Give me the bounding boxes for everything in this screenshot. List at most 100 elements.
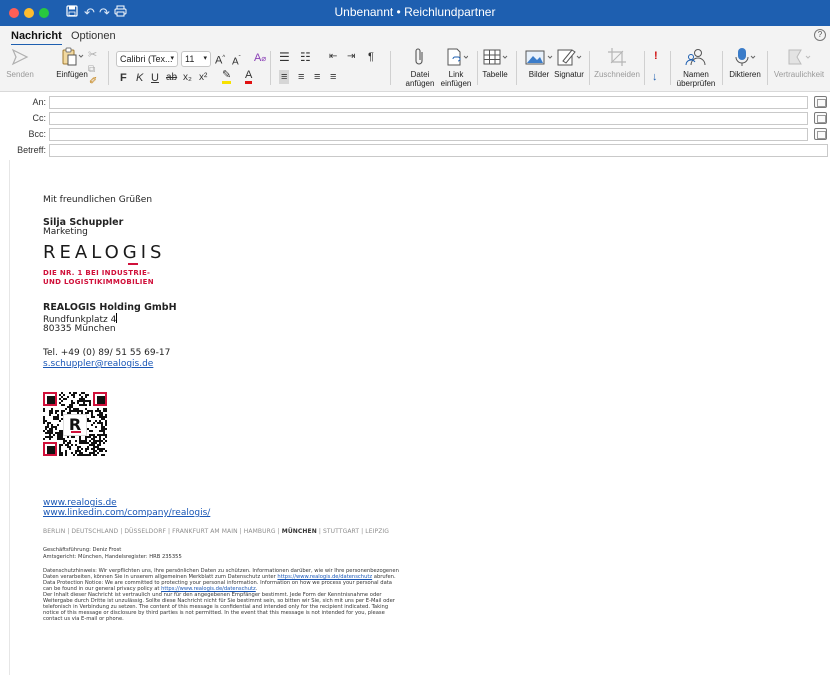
tab-nachricht[interactable]: Nachricht: [11, 30, 62, 46]
strikethrough-button[interactable]: ab: [166, 71, 177, 85]
to-row: An:: [0, 95, 830, 110]
window-titlebar: ↶ ↷ Unbenannt • Reichlundpartner: [0, 0, 830, 26]
sensitivity-button[interactable]: Vertraulichkeit: [771, 47, 827, 79]
pictures-label: Bilder: [528, 70, 550, 79]
signature-label: Signatur: [554, 70, 584, 79]
linkedin-link[interactable]: www.linkedin.com/company/realogis/: [43, 508, 210, 518]
check-names-button[interactable]: Namen überprüfen: [674, 47, 718, 88]
chevron-down-icon: ▾: [203, 55, 207, 62]
phone: Tel. +49 (0) 89/ 51 55 69-17: [43, 348, 171, 358]
qr-code[interactable]: R: [43, 392, 107, 456]
message-body[interactable]: Mit freundlichen Grüßen Silja Schuppler …: [9, 160, 830, 675]
divider: [767, 51, 768, 85]
microphone-icon: [735, 48, 756, 66]
attach-file-button[interactable]: Datei anfügen: [402, 47, 438, 88]
justify-icon[interactable]: ≡: [330, 70, 336, 84]
management: Geschäftsführung: Deniz Frost: [43, 547, 122, 553]
divider: [670, 51, 671, 85]
highlight-icon[interactable]: ✎: [222, 70, 232, 84]
font-name-select[interactable]: Calibri (Tex... ▾: [116, 51, 178, 67]
ribbon-tabs: Nachricht Optionen ?: [0, 26, 830, 46]
paste-button[interactable]: Einfügen: [52, 47, 92, 79]
clear-format-icon[interactable]: A⌀: [254, 51, 266, 66]
high-importance-icon[interactable]: !: [654, 49, 658, 63]
realogis-logo: REALOGIS: [43, 242, 165, 265]
format-painter-icon[interactable]: ✐: [89, 77, 97, 87]
subject-label: Betreff:: [17, 145, 46, 155]
pictures-button[interactable]: Bilder: [521, 47, 557, 79]
outdent-icon[interactable]: ⇤: [329, 50, 337, 64]
crop-button[interactable]: Zuschneiden: [592, 47, 642, 79]
divider: [390, 51, 391, 85]
subject-field[interactable]: [49, 144, 828, 157]
divider: [589, 51, 590, 85]
cut-icon[interactable]: ✂: [88, 50, 97, 61]
website-link[interactable]: www.realogis.de: [43, 498, 117, 508]
check-names-label-2: überprüfen: [676, 79, 716, 88]
cc-field[interactable]: [49, 112, 808, 125]
tagline-2: UND LOGISTIKIMMOBILIEN: [43, 278, 154, 286]
copy-icon[interactable]: ⧉: [88, 65, 95, 75]
align-left-icon[interactable]: ≡: [279, 70, 290, 84]
superscript-button[interactable]: x²: [199, 71, 207, 85]
tab-optionen[interactable]: Optionen: [71, 30, 116, 42]
help-icon[interactable]: ?: [814, 29, 826, 41]
font-color-icon[interactable]: A: [245, 70, 253, 84]
locations-before: BERLIN | DEUTSCHLAND | DÜSSELDORF | FRAN…: [43, 528, 282, 535]
divider: [108, 51, 109, 85]
tagline-1: DIE NR. 1 BEI INDUSTRIE-: [43, 269, 151, 277]
insert-link-button[interactable]: Link einfügen: [437, 47, 475, 88]
divider: [722, 51, 723, 85]
underline-button[interactable]: U: [151, 71, 159, 85]
table-button[interactable]: Tabelle: [478, 47, 512, 79]
numbering-icon[interactable]: ☷: [300, 50, 311, 64]
to-field[interactable]: [49, 96, 808, 109]
divider: [270, 51, 271, 85]
sender-role: Marketing: [43, 227, 88, 237]
table-label: Tabelle: [482, 70, 508, 79]
locations-after: | STUTTGART | LEIPZIG: [316, 528, 390, 535]
insert-link-label-1: Link: [448, 70, 464, 79]
font-size-select[interactable]: 11 ▾: [181, 51, 211, 67]
confidential-line-5: contact us via E-mail or phone.: [43, 616, 124, 622]
indent-icon[interactable]: ⇥: [347, 50, 355, 64]
align-right-icon[interactable]: ≡: [314, 70, 320, 84]
email-link[interactable]: s.schuppler@realogis.de: [43, 359, 153, 369]
address-book-icon[interactable]: [814, 112, 827, 124]
subscript-button[interactable]: x₂: [183, 71, 192, 85]
company-name: REALOGIS Holding GmbH: [43, 302, 177, 313]
paperclip-icon: [415, 48, 423, 65]
locations-current: MÜNCHEN: [281, 528, 317, 535]
address-book-icon[interactable]: [814, 128, 827, 140]
bold-button[interactable]: F: [120, 71, 127, 85]
cc-label: Cc:: [32, 113, 47, 123]
address-book-icon[interactable]: [814, 96, 827, 108]
italic-button[interactable]: K: [136, 71, 143, 85]
grow-font-icon[interactable]: A^: [215, 51, 225, 68]
sensitivity-label: Vertraulichkeit: [773, 70, 825, 79]
send-icon: [11, 48, 29, 66]
ribbon-toolbar: Senden Einfügen ✂ ⧉ ✐ Calibri (Tex... ▾ …: [0, 45, 830, 92]
city: 80335 München: [43, 324, 116, 334]
bullets-icon[interactable]: ☰: [279, 50, 290, 64]
dictate-label: Diktieren: [729, 70, 761, 79]
shrink-font-icon[interactable]: Aˇ: [232, 52, 241, 69]
divider: [516, 51, 517, 85]
locations: BERLIN | DEUTSCHLAND | DÜSSELDORF | FRAN…: [43, 528, 389, 535]
bcc-row: Bcc:: [0, 127, 830, 142]
paragraph-marks-button[interactable]: ¶: [368, 50, 374, 64]
bcc-field[interactable]: [49, 128, 808, 141]
attach-file-label-1: Datei: [410, 70, 430, 79]
low-importance-icon[interactable]: ↓: [652, 70, 658, 84]
crop-label: Zuschneiden: [594, 70, 640, 79]
to-label: An:: [32, 97, 46, 107]
font-size-value: 11: [185, 54, 195, 64]
dictate-button[interactable]: Diktieren: [727, 47, 763, 79]
attach-file-label-2: anfügen: [405, 79, 435, 88]
send-button[interactable]: Senden: [4, 47, 36, 79]
subject-row: Betreff:: [0, 143, 830, 158]
signature-button[interactable]: Signatur: [553, 47, 585, 79]
font-name-value: Calibri (Tex...: [120, 54, 173, 64]
align-center-icon[interactable]: ≡: [298, 70, 304, 84]
insert-link-label-2: einfügen: [440, 79, 472, 88]
